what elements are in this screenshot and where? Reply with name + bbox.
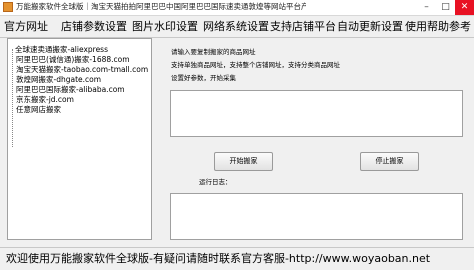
app-icon	[3, 2, 13, 12]
list-item[interactable]: 淘宝天猫搬家-taobao.com-tmall.com	[16, 65, 148, 74]
window-title: 万能搬家软件全球版｜淘宝天猫拍拍阿里巴巴中国阿里巴巴国际速卖通敦煌等网站平台产品…	[16, 2, 306, 11]
menu-help[interactable]: 使用帮助参考	[405, 19, 471, 34]
log-output[interactable]	[170, 193, 463, 240]
list-item[interactable]: 阿里巴巴国际搬家-alibaba.com	[16, 85, 125, 94]
minimize-button[interactable]: –	[417, 0, 436, 15]
menu-bar: 官方网址 店铺参数设置 图片水印设置 网络系统设置 支持店铺平台 自动更新设置 …	[0, 16, 474, 38]
instruction-line-1: 请输入要复制搬家的商品网址	[171, 48, 256, 56]
menu-network[interactable]: 网络系统设置	[203, 19, 269, 34]
close-button[interactable]: ✕	[455, 0, 474, 15]
menu-auto-update[interactable]: 自动更新设置	[337, 19, 403, 34]
list-item[interactable]: 敦煌网搬家-dhgate.com	[16, 75, 101, 84]
instruction-line-3: 设置好参数，开始采集	[171, 74, 236, 82]
list-item[interactable]: 京东搬家-jd.com	[16, 95, 74, 104]
title-bar: 万能搬家软件全球版｜淘宝天猫拍拍阿里巴巴中国阿里巴巴国际速卖通敦煌等网站平台产品…	[0, 0, 474, 16]
status-bar: 欢迎使用万能搬家软件全球版-有疑问请随时联系官方客服-http://www.wo…	[0, 247, 474, 270]
maximize-button[interactable]: □	[436, 0, 455, 15]
menu-official-site[interactable]: 官方网址	[4, 19, 48, 34]
tree-connector	[12, 49, 13, 147]
list-item[interactable]: 任意网店搬家	[16, 105, 61, 114]
list-item[interactable]: 阿里巴巴(诚信通)搬家-1688.com	[16, 55, 130, 64]
menu-store-params[interactable]: 店铺参数设置	[61, 19, 127, 34]
menu-watermark[interactable]: 图片水印设置	[132, 19, 198, 34]
url-input[interactable]	[170, 90, 463, 137]
stop-button[interactable]: 停止搬家	[360, 152, 419, 171]
start-button[interactable]: 开始搬家	[214, 152, 273, 171]
list-item[interactable]: 全球速卖通搬家-aliexpress	[15, 45, 108, 54]
site-list[interactable]: 全球速卖通搬家-aliexpress 阿里巴巴(诚信通)搬家-1688.com …	[7, 38, 152, 240]
instruction-line-2: 支持单独商品网址，支持整个店铺网址，支持分类商品网址	[171, 61, 340, 69]
menu-platforms[interactable]: 支持店铺平台	[270, 19, 336, 34]
log-label: 运行日志：	[199, 178, 232, 186]
status-text: 欢迎使用万能搬家软件全球版-有疑问请随时联系官方客服-http://www.wo…	[6, 252, 431, 265]
